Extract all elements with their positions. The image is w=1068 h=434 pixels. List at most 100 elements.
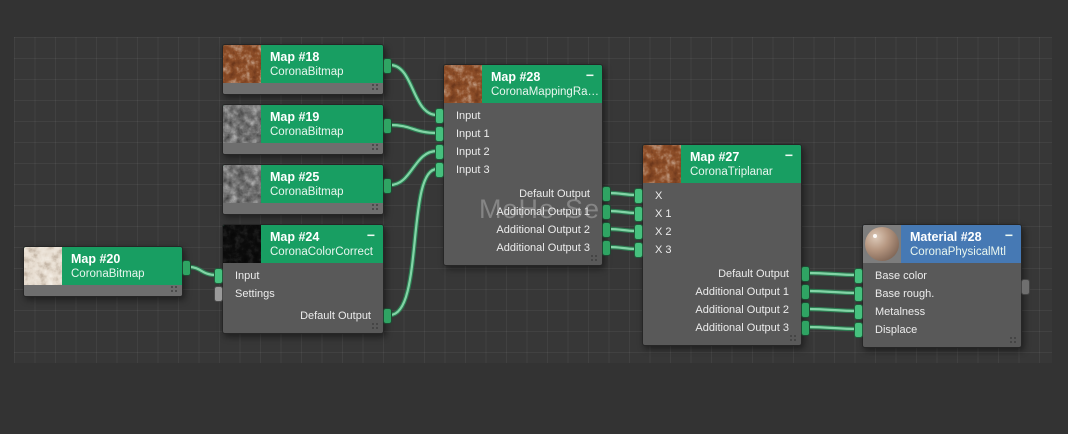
output-port[interactable] [383, 308, 392, 324]
output-slot-label: Additional Output 2 [643, 301, 801, 319]
output-slot-label: Additional Output 3 [643, 319, 801, 337]
resize-grip[interactable] [372, 204, 379, 211]
input-slot-label: Input [223, 267, 383, 285]
collapse-button[interactable]: − [1005, 227, 1013, 243]
input-slot-label: X 2 [643, 223, 801, 241]
node-header[interactable]: Material #28 CoronaPhysicalMtl − [863, 225, 1021, 263]
input-slot-label: X 1 [643, 205, 801, 223]
input-slot-label: X 3 [643, 241, 801, 259]
input-port[interactable] [634, 242, 643, 258]
input-slot-label: Displace [863, 321, 1021, 339]
node-map25[interactable]: Map #25 CoronaBitmap [222, 164, 384, 215]
node-title: Map #20 [71, 252, 145, 267]
node-subtitle: CoronaBitmap [71, 267, 145, 281]
node-title: Map #27 [690, 150, 773, 165]
node-title: Map #24 [270, 230, 373, 245]
output-port[interactable] [602, 204, 611, 220]
node-title: Map #19 [270, 110, 344, 125]
node-header[interactable]: Map #28 CoronaMappingRa… − [444, 65, 602, 103]
node-subtitle: CoronaBitmap [270, 185, 344, 199]
node-header[interactable]: Map #27 CoronaTriplanar − [643, 145, 801, 183]
texture-thumbnail [24, 247, 62, 285]
output-slot-label: Additional Output 1 [643, 283, 801, 301]
input-port[interactable] [634, 224, 643, 240]
node-map28[interactable]: Map #28 CoronaMappingRa… − Input Input 1… [443, 64, 603, 266]
output-port[interactable] [383, 118, 392, 134]
node-title: Map #25 [270, 170, 344, 185]
node-graph-canvas[interactable]: Map #18 CoronaBitmap Map #19 CoronaBitma… [0, 0, 1068, 434]
input-port[interactable] [634, 206, 643, 222]
material-sphere-thumbnail [863, 225, 901, 263]
node-title: Map #28 [491, 70, 599, 85]
texture-thumbnail [444, 65, 482, 103]
resize-grip[interactable] [591, 255, 598, 262]
input-port[interactable] [435, 162, 444, 178]
input-port[interactable] [854, 322, 863, 338]
texture-thumbnail [223, 105, 261, 143]
material-output-port[interactable] [1021, 279, 1030, 295]
node-map19[interactable]: Map #19 CoronaBitmap [222, 104, 384, 155]
collapse-button[interactable]: − [367, 227, 375, 243]
output-slot-label: Default Output [643, 265, 801, 283]
input-slot-label: Input [444, 107, 602, 125]
input-port[interactable] [435, 108, 444, 124]
node-header[interactable]: Map #24 CoronaColorCorrect − [223, 225, 383, 263]
input-port[interactable] [435, 144, 444, 160]
output-port[interactable] [801, 302, 810, 318]
input-slot-label: Base rough. [863, 285, 1021, 303]
output-port[interactable] [383, 58, 392, 74]
node-header[interactable]: Map #25 CoronaBitmap [223, 165, 383, 203]
node-header[interactable]: Map #19 CoronaBitmap [223, 105, 383, 143]
input-port[interactable] [214, 268, 223, 284]
node-footer [223, 143, 383, 154]
output-port[interactable] [182, 260, 191, 276]
input-port[interactable] [634, 188, 643, 204]
output-port[interactable] [801, 320, 810, 336]
node-footer [24, 285, 182, 296]
input-port[interactable] [854, 304, 863, 320]
node-subtitle: CoronaTriplanar [690, 165, 773, 179]
output-slot-label: Additional Output 2 [444, 221, 602, 239]
node-title: Material #28 [910, 230, 1006, 245]
output-port[interactable] [602, 186, 611, 202]
node-subtitle: CoronaBitmap [270, 125, 344, 139]
resize-grip[interactable] [372, 84, 379, 91]
resize-grip[interactable] [790, 335, 797, 342]
input-port[interactable] [854, 268, 863, 284]
output-slot-label: Additional Output 1 [444, 203, 602, 221]
output-port[interactable] [602, 240, 611, 256]
resize-grip[interactable] [171, 286, 178, 293]
input-slot-label: Base color [863, 267, 1021, 285]
resize-grip[interactable] [372, 144, 379, 151]
collapse-button[interactable]: − [785, 147, 793, 163]
node-subtitle: CoronaColorCorrect [270, 245, 373, 259]
resize-grip[interactable] [1010, 337, 1017, 344]
output-port[interactable] [801, 284, 810, 300]
node-map27[interactable]: Map #27 CoronaTriplanar − X X 1 X 2 X 3 … [642, 144, 802, 346]
input-port-unconnected[interactable] [214, 286, 223, 302]
node-map20[interactable]: Map #20 CoronaBitmap [23, 246, 183, 297]
input-port[interactable] [435, 126, 444, 142]
input-port[interactable] [854, 286, 863, 302]
input-slot-label: Settings [223, 285, 383, 303]
input-slot-label: X [643, 187, 801, 205]
node-map24[interactable]: Map #24 CoronaColorCorrect − Input Setti… [222, 224, 384, 334]
node-subtitle: CoronaBitmap [270, 65, 344, 79]
input-slot-label: Input 1 [444, 125, 602, 143]
node-header[interactable]: Map #20 CoronaBitmap [24, 247, 182, 285]
input-slot-label: Metalness [863, 303, 1021, 321]
node-header[interactable]: Map #18 CoronaBitmap [223, 45, 383, 83]
node-subtitle: CoronaPhysicalMtl [910, 245, 1006, 259]
output-port[interactable] [602, 222, 611, 238]
node-footer [223, 203, 383, 214]
output-port[interactable] [801, 266, 810, 282]
resize-grip[interactable] [372, 323, 379, 330]
node-footer [223, 83, 383, 94]
node-map18[interactable]: Map #18 CoronaBitmap [222, 44, 384, 95]
output-slot-label: Default Output [223, 307, 383, 325]
output-port[interactable] [383, 178, 392, 194]
texture-thumbnail [643, 145, 681, 183]
collapse-button[interactable]: − [586, 67, 594, 83]
node-material28[interactable]: Material #28 CoronaPhysicalMtl − Base co… [862, 224, 1022, 348]
input-slot-label: Input 3 [444, 161, 602, 179]
